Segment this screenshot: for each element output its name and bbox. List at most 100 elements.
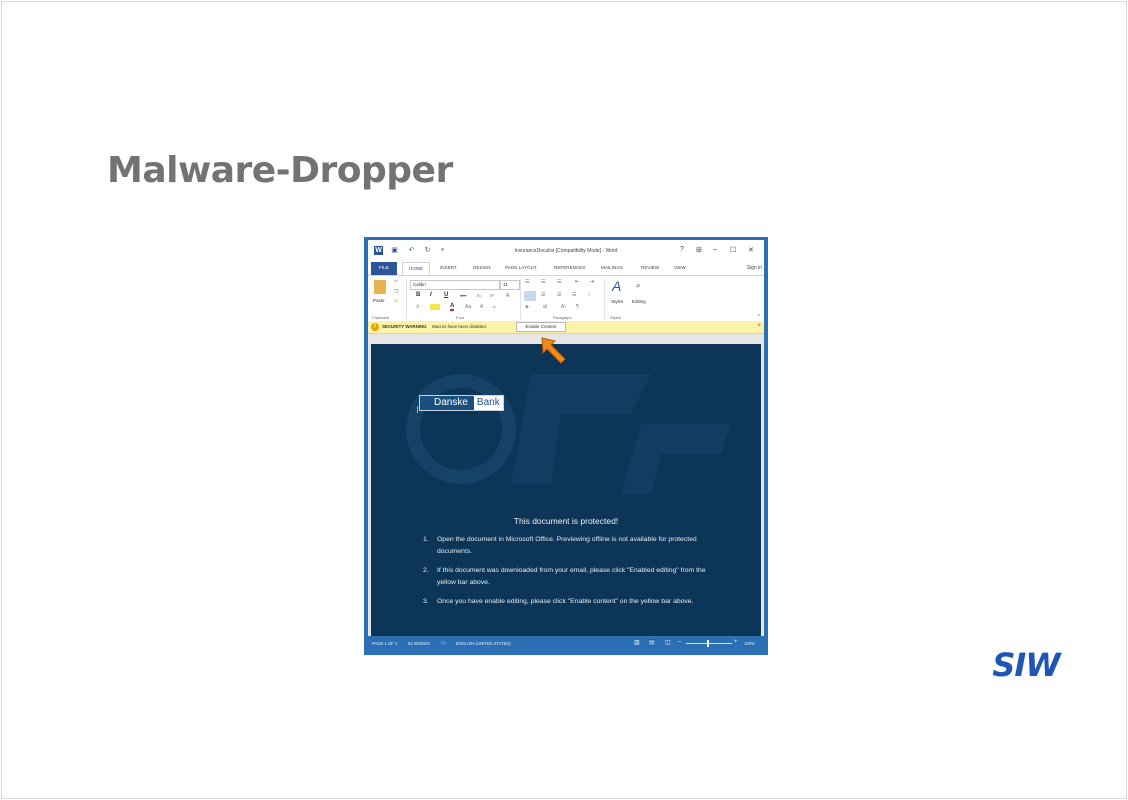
maximize-button[interactable]: ☐ (730, 246, 736, 254)
minimize-button[interactable]: – (713, 246, 717, 253)
text-effects-icon[interactable]: A (416, 304, 419, 310)
group-separator (406, 279, 407, 319)
font-name-select[interactable]: Calibri (410, 280, 500, 290)
sort-button[interactable]: A↓ (561, 304, 567, 310)
subscript-button[interactable]: x₂ (477, 293, 481, 299)
align-center-icon[interactable]: ☰ (541, 292, 545, 298)
ribbon-tabs: FILE HOME INSERT DESIGN PAGE LAYOUT REFE… (368, 262, 764, 276)
page-count[interactable]: PAGE 1 OF 1 (372, 641, 397, 646)
word-count[interactable]: 52 WORDS (408, 641, 430, 646)
italic-button[interactable]: I (430, 292, 432, 298)
zoom-out-icon[interactable]: – (678, 639, 681, 645)
window-title: InsuranceDoculist [Compatibility Mode] -… (514, 248, 618, 254)
word-window-inner: W ▣ ↶ ↻ ▾ InsuranceDoculist [Compatibili… (368, 240, 764, 651)
tab-references[interactable]: REFERENCES (554, 265, 585, 270)
tab-insert[interactable]: INSERT (440, 265, 457, 270)
siw-logo-text: SIW (992, 647, 1062, 681)
logo-text-danske: Danske (420, 396, 474, 410)
ribbon-display-button[interactable]: ⊞ (696, 246, 702, 254)
change-case-button[interactable]: Aa (465, 304, 471, 310)
font-color-icon[interactable]: A (450, 303, 455, 311)
security-warning-message: Macros have been disabled. (432, 324, 487, 329)
group-label-clipboard: Clipboard (372, 315, 390, 320)
tab-page-layout[interactable]: PAGE LAYOUT (505, 265, 537, 270)
zoom-in-icon[interactable]: + (734, 639, 738, 645)
tab-mailings[interactable]: MAILINGS (601, 265, 623, 270)
protected-heading: This document is protected! (513, 516, 619, 526)
language-indicator[interactable]: ENGLISH (UNITED STATES) (456, 641, 511, 646)
clear-formatting-button[interactable]: A (506, 293, 509, 299)
copy-icon[interactable]: ❐ (394, 289, 398, 295)
decrease-indent-icon[interactable]: ⇤ (575, 279, 579, 285)
line-spacing-icon[interactable]: ↕ (588, 292, 591, 298)
print-layout-icon[interactable]: ▤ (649, 639, 655, 646)
grow-font-button[interactable]: A (480, 304, 483, 310)
read-mode-icon[interactable]: ▥ (634, 639, 640, 646)
group-label-styles: Styles (610, 315, 621, 320)
editing-button[interactable]: Editing (632, 299, 646, 304)
increase-indent-icon[interactable]: ⇥ (590, 279, 594, 285)
document-area: Danske Bank This document is protected! … (368, 334, 764, 636)
highlight-icon[interactable] (430, 304, 440, 310)
document-page[interactable]: Danske Bank This document is protected! … (371, 344, 761, 636)
list-item: 3. Once you have enable editing, please … (423, 596, 713, 608)
paste-icon[interactable] (374, 280, 386, 294)
collapse-ribbon-icon[interactable]: ^ (758, 314, 760, 320)
paste-button[interactable]: Paste (373, 298, 385, 303)
styles-icon[interactable]: A (612, 278, 621, 294)
binoculars-icon[interactable]: ⌕ (636, 281, 640, 291)
instruction-list: 1. Open the document in Microsoft Office… (423, 534, 713, 615)
styles-button[interactable]: Styles (611, 299, 623, 304)
logo-text-bank: Bank (473, 396, 503, 410)
warning-icon: ! (371, 323, 379, 331)
group-label-font: Font (456, 315, 465, 320)
watermark-graphic (406, 374, 731, 494)
list-item-text: Open the document in Microsoft Office. P… (437, 536, 697, 555)
bullets-icon[interactable]: ☰ (525, 279, 529, 285)
close-button[interactable]: ✕ (748, 246, 754, 254)
pointer-arrow-icon (541, 337, 566, 364)
list-item: 1. Open the document in Microsoft Office… (423, 534, 713, 558)
security-warning-bar: ! SECURITY WARNING Macros have been disa… (368, 321, 764, 334)
zoom-level[interactable]: 100% (744, 641, 755, 646)
group-separator (520, 279, 521, 319)
tab-design[interactable]: DESIGN (473, 265, 491, 270)
web-layout-icon[interactable]: ◫ (665, 639, 671, 646)
list-item-text: If this document was downloaded from you… (437, 567, 706, 586)
font-size-select[interactable]: 11 (500, 280, 520, 290)
justify-icon[interactable]: ☰ (572, 292, 576, 298)
strikethrough-button[interactable]: abc (460, 293, 466, 298)
align-right-icon[interactable]: ☰ (557, 292, 561, 298)
tab-file[interactable]: FILE (371, 262, 397, 275)
format-painter-icon[interactable]: ✎ (394, 299, 398, 305)
zoom-slider-handle[interactable] (707, 640, 709, 647)
word-window: W ▣ ↶ ↻ ▾ InsuranceDoculist [Compatibili… (364, 237, 768, 655)
multilevel-list-icon[interactable]: ☰ (557, 279, 561, 285)
tab-review[interactable]: REVIEW (641, 265, 659, 270)
tab-home[interactable]: HOME (402, 262, 430, 276)
help-button[interactable]: ? (680, 246, 684, 253)
proofing-icon[interactable]: ▭ (441, 640, 446, 646)
tab-view[interactable]: VIEW (674, 265, 686, 270)
danske-bank-logo: Danske Bank (419, 395, 504, 411)
align-left-icon[interactable] (524, 291, 536, 301)
security-bar-close-button[interactable]: × (757, 323, 761, 329)
bold-button[interactable]: B (416, 292, 420, 298)
shrink-font-button[interactable]: A (493, 304, 496, 309)
cut-icon[interactable]: ✂ (394, 279, 398, 285)
slide: Malware-Dropper W ▣ ↶ ↻ ▾ InsuranceDocul… (1, 1, 1127, 799)
numbering-icon[interactable]: ☰ (541, 279, 545, 285)
zoom-slider[interactable] (686, 643, 732, 644)
underline-button[interactable]: U (444, 292, 448, 298)
list-item-number: 3. (423, 598, 429, 605)
shading-icon[interactable]: ◈ (525, 304, 529, 310)
group-separator (604, 279, 605, 319)
superscript-button[interactable]: x² (490, 293, 494, 299)
borders-icon[interactable]: ⊞ (543, 304, 547, 310)
enable-content-button[interactable]: Enable Content (516, 322, 566, 332)
list-item-text: Once you have enable editing, please cli… (437, 598, 694, 605)
show-marks-button[interactable]: ¶ (576, 304, 579, 310)
slide-title: Malware-Dropper (107, 150, 453, 191)
text-cursor (417, 406, 418, 413)
sign-in-link[interactable]: Sign in (747, 265, 762, 271)
